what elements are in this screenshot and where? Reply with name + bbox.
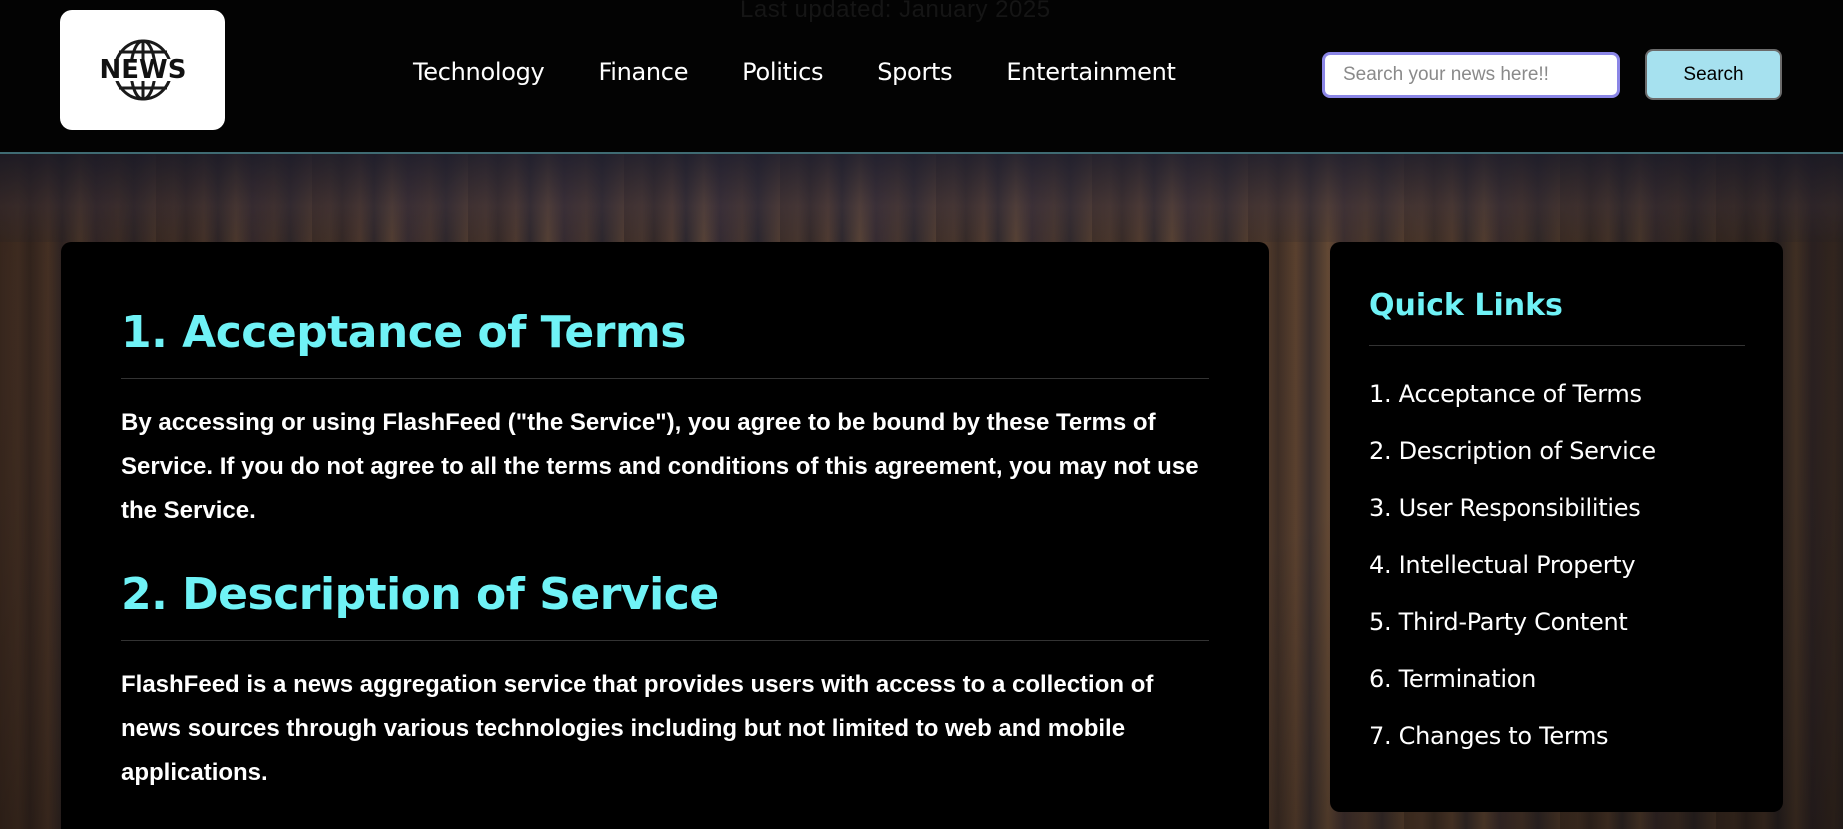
divider (121, 378, 1209, 379)
quick-link-acceptance[interactable]: 1. Acceptance of Terms (1369, 380, 1642, 408)
search-button[interactable]: Search (1645, 49, 1782, 100)
quick-links-title: Quick Links (1369, 288, 1563, 323)
page: Last updated: January 2025 NEWS Technolo… (0, 0, 1843, 829)
section-description: 2. Description of Service FlashFeed is a… (121, 569, 1209, 795)
last-updated-text: Last updated: January 2025 (740, 0, 1051, 23)
logo-text: NEWS (99, 55, 186, 85)
quick-links-panel: Quick Links 1. Acceptance of Terms 2. De… (1330, 242, 1783, 812)
site-header: Last updated: January 2025 NEWS Technolo… (0, 0, 1843, 154)
nav-entertainment[interactable]: Entertainment (1006, 58, 1176, 86)
quick-link-third-party[interactable]: 5. Third-Party Content (1369, 608, 1628, 636)
quick-links-list: 1. Acceptance of Terms 2. Description of… (1369, 380, 1656, 779)
section-acceptance: 1. Acceptance of Terms By accessing or u… (121, 307, 1209, 533)
quick-link-description[interactable]: 2. Description of Service (1369, 437, 1656, 465)
news-logo[interactable]: NEWS (60, 10, 225, 130)
section-body: FlashFeed is a news aggregation service … (121, 671, 1154, 786)
list-item: 1. Acceptance of Terms (1369, 380, 1656, 437)
nav-politics[interactable]: Politics (742, 58, 823, 86)
quick-link-intellectual-property[interactable]: 4. Intellectual Property (1369, 551, 1636, 579)
list-item: 5. Third-Party Content (1369, 608, 1656, 665)
list-item: 6. Termination (1369, 665, 1656, 722)
quick-link-changes[interactable]: 7. Changes to Terms (1369, 722, 1609, 750)
section-body: By accessing or using FlashFeed ("the Se… (121, 409, 1199, 524)
nav-sports[interactable]: Sports (877, 58, 952, 86)
divider (121, 640, 1209, 641)
list-item: 3. User Responsibilities (1369, 494, 1656, 551)
quick-link-responsibilities[interactable]: 3. User Responsibilities (1369, 494, 1641, 522)
list-item: 4. Intellectual Property (1369, 551, 1656, 608)
globe-icon: NEWS (82, 39, 203, 101)
main-nav: Technology Finance Politics Sports Enter… (413, 58, 1176, 86)
list-item: 2. Description of Service (1369, 437, 1656, 494)
list-item: 7. Changes to Terms (1369, 722, 1656, 779)
terms-content: 1. Acceptance of Terms By accessing or u… (61, 242, 1269, 829)
quick-link-termination[interactable]: 6. Termination (1369, 665, 1536, 693)
nav-technology[interactable]: Technology (413, 58, 545, 86)
divider (1369, 345, 1745, 346)
nav-finance[interactable]: Finance (598, 58, 688, 86)
section-heading: 2. Description of Service (121, 569, 719, 620)
section-heading: 1. Acceptance of Terms (121, 307, 686, 358)
search-input[interactable] (1322, 52, 1620, 98)
